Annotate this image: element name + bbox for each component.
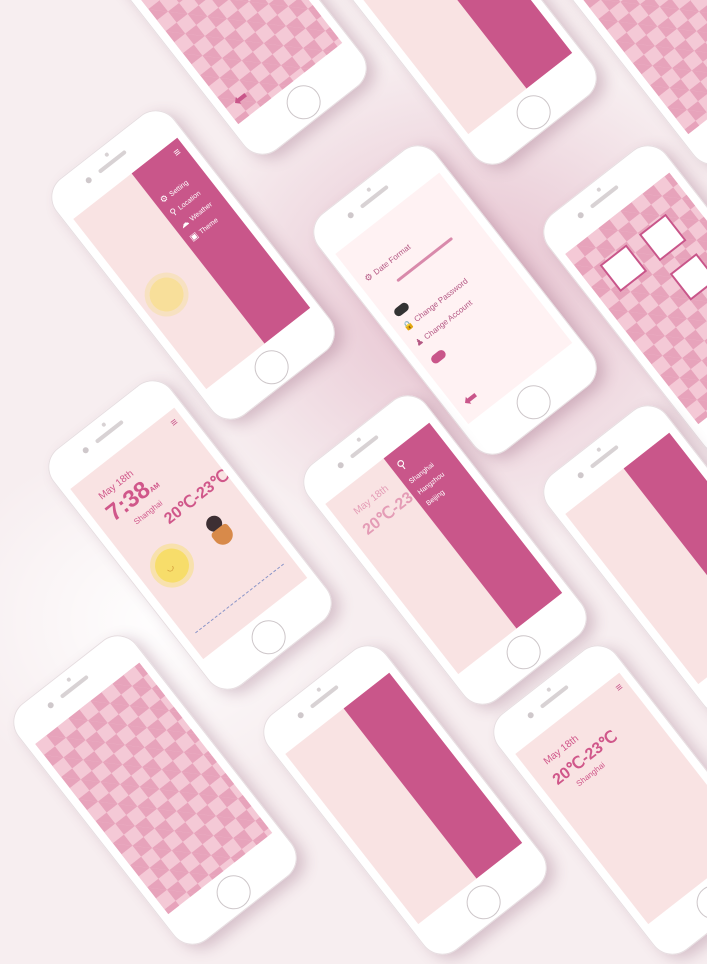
back-arrow-icon[interactable]: ⬅ xyxy=(458,386,483,412)
theme-icon: ▣ xyxy=(187,229,201,243)
sensor-dot xyxy=(104,151,110,158)
camera-icon xyxy=(576,471,585,480)
camera-icon xyxy=(346,211,355,220)
drawer-item-label: Theme xyxy=(198,216,220,236)
sensor-dot xyxy=(66,676,72,683)
character-card[interactable] xyxy=(599,244,648,293)
back-arrow-icon[interactable]: ⬅ xyxy=(228,86,253,112)
toggle-icon[interactable] xyxy=(429,348,448,366)
sensor-dot xyxy=(101,421,107,428)
menu-icon[interactable]: ≡ xyxy=(613,681,625,694)
menu-icon[interactable]: ≡ xyxy=(168,416,180,429)
speaker xyxy=(589,444,619,469)
speaker xyxy=(359,184,389,209)
toggle-icon[interactable] xyxy=(392,300,411,318)
speaker xyxy=(539,684,569,709)
camera-icon xyxy=(84,176,93,185)
sensor-dot xyxy=(366,186,372,193)
speaker xyxy=(589,184,619,209)
sensor-dot xyxy=(546,686,552,693)
camera-icon xyxy=(46,701,55,710)
speaker xyxy=(97,149,127,174)
setting-date-format[interactable]: ⚙Date Format xyxy=(363,242,415,287)
sensor-dot xyxy=(356,436,362,443)
camera-icon xyxy=(81,446,90,455)
speaker xyxy=(94,419,124,444)
girl-illustration xyxy=(200,510,242,555)
sensor-dot xyxy=(596,186,602,193)
speaker xyxy=(59,674,89,699)
speaker xyxy=(349,434,379,459)
sensor-dot xyxy=(596,446,602,453)
character-card[interactable] xyxy=(638,213,687,262)
camera-icon xyxy=(526,711,535,720)
speaker xyxy=(309,684,339,709)
sensor-dot xyxy=(316,686,322,693)
drawer-panel xyxy=(393,0,573,89)
sun-illustration xyxy=(142,270,191,319)
time-suffix: AM xyxy=(148,481,162,495)
lock-icon: 🔒 xyxy=(400,317,416,333)
cloud-icon: ☁ xyxy=(177,216,191,231)
character-card[interactable] xyxy=(669,252,707,301)
camera-icon xyxy=(336,461,345,470)
camera-icon xyxy=(576,211,585,220)
camera-icon xyxy=(296,711,305,720)
drawer-panel xyxy=(623,432,707,639)
